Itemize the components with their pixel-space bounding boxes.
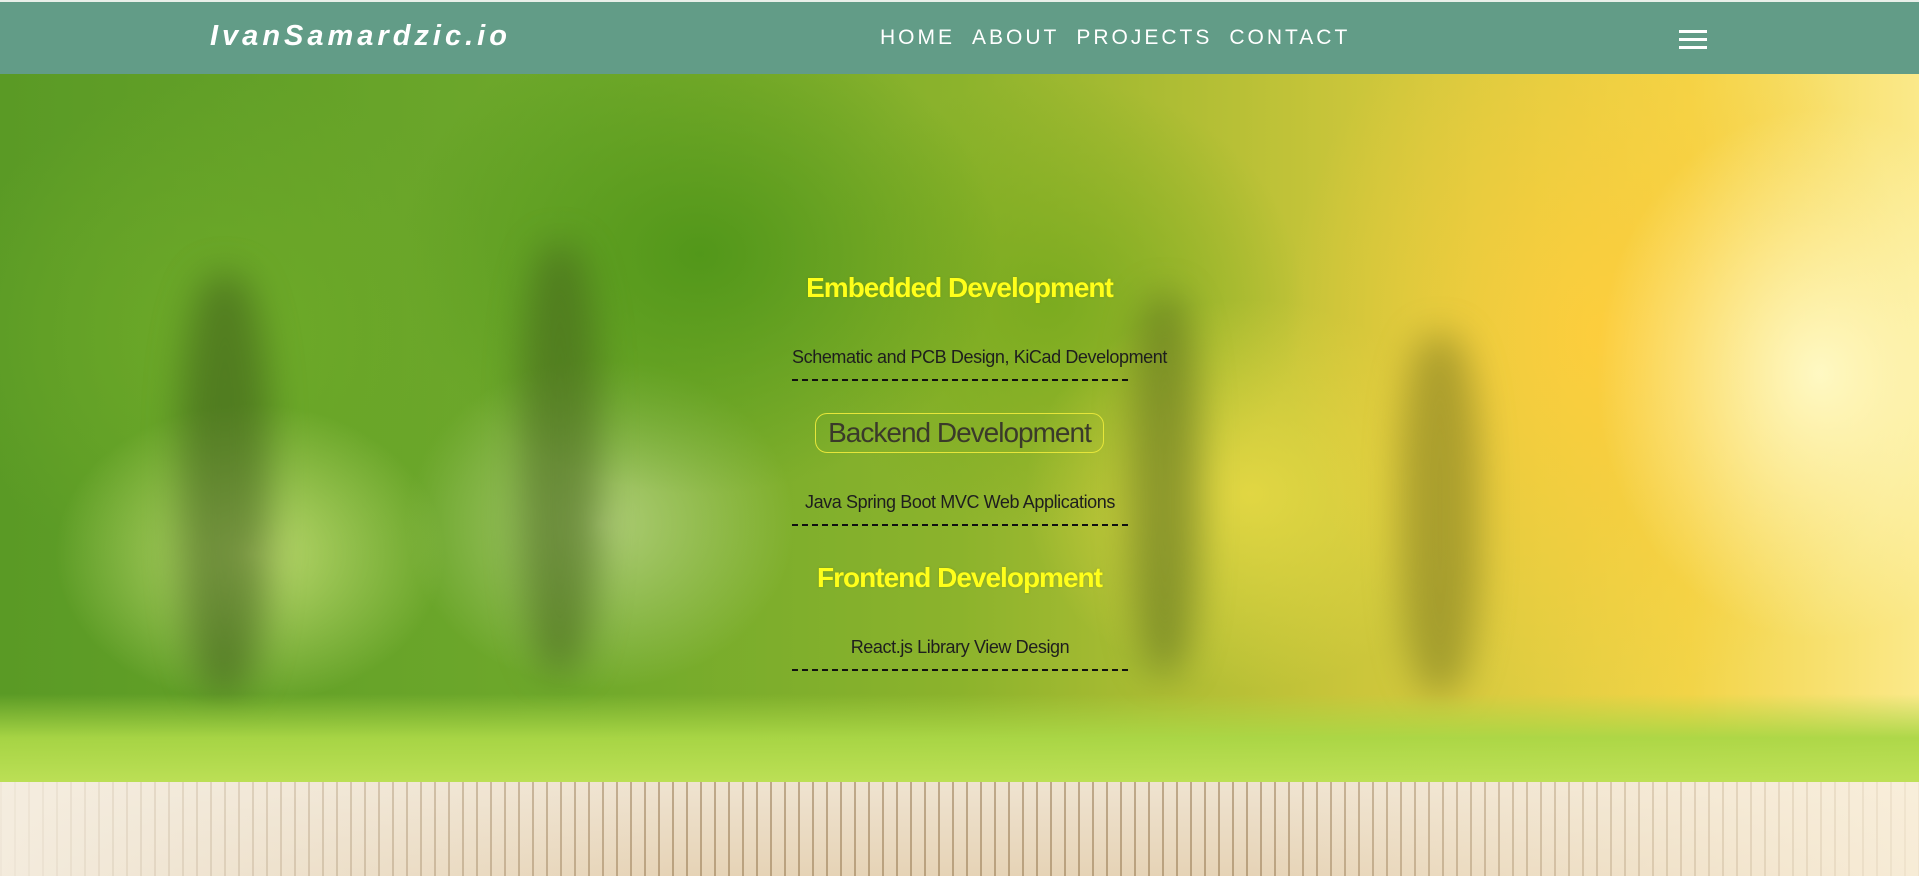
service-desc-backend: Java Spring Boot MVC Web Applications (804, 492, 1116, 512)
brand-logo-link[interactable]: IvanSamardzic.io (210, 20, 511, 53)
hamburger-bar (1679, 30, 1707, 33)
dashed-divider (792, 669, 1128, 671)
nav-about-link[interactable]: ABOUT (972, 26, 1059, 50)
service-desc-frontend: React.js Library View Design (850, 637, 1070, 657)
top-navbar: IvanSamardzic.io HOME ABOUT PROJECTS CON… (0, 2, 1919, 74)
nav-home-link[interactable]: HOME (880, 26, 955, 50)
dashed-divider (792, 524, 1128, 526)
hamburger-bar (1679, 38, 1707, 41)
service-title-frontend[interactable]: Frontend Development (817, 562, 1103, 594)
service-backend: Backend Development (0, 413, 1919, 453)
nav-contact-link[interactable]: CONTACT (1229, 26, 1350, 50)
dashed-divider (792, 379, 1128, 381)
hamburger-bar (1679, 46, 1707, 49)
services-section: Embedded Development Schematic and PCB D… (0, 0, 1919, 876)
top-edge-line (0, 0, 1919, 2)
nav-projects-link[interactable]: PROJECTS (1076, 26, 1212, 50)
service-frontend: Frontend Development (0, 562, 1919, 594)
service-title-backend[interactable]: Backend Development (815, 413, 1104, 453)
service-embedded: Embedded Development (0, 272, 1919, 304)
service-title-embedded[interactable]: Embedded Development (806, 272, 1114, 304)
nav-links: HOME ABOUT PROJECTS CONTACT (880, 26, 1350, 50)
service-desc-embedded: Schematic and PCB Design, KiCad Developm… (792, 347, 1167, 367)
hamburger-menu-icon[interactable] (1679, 30, 1707, 50)
